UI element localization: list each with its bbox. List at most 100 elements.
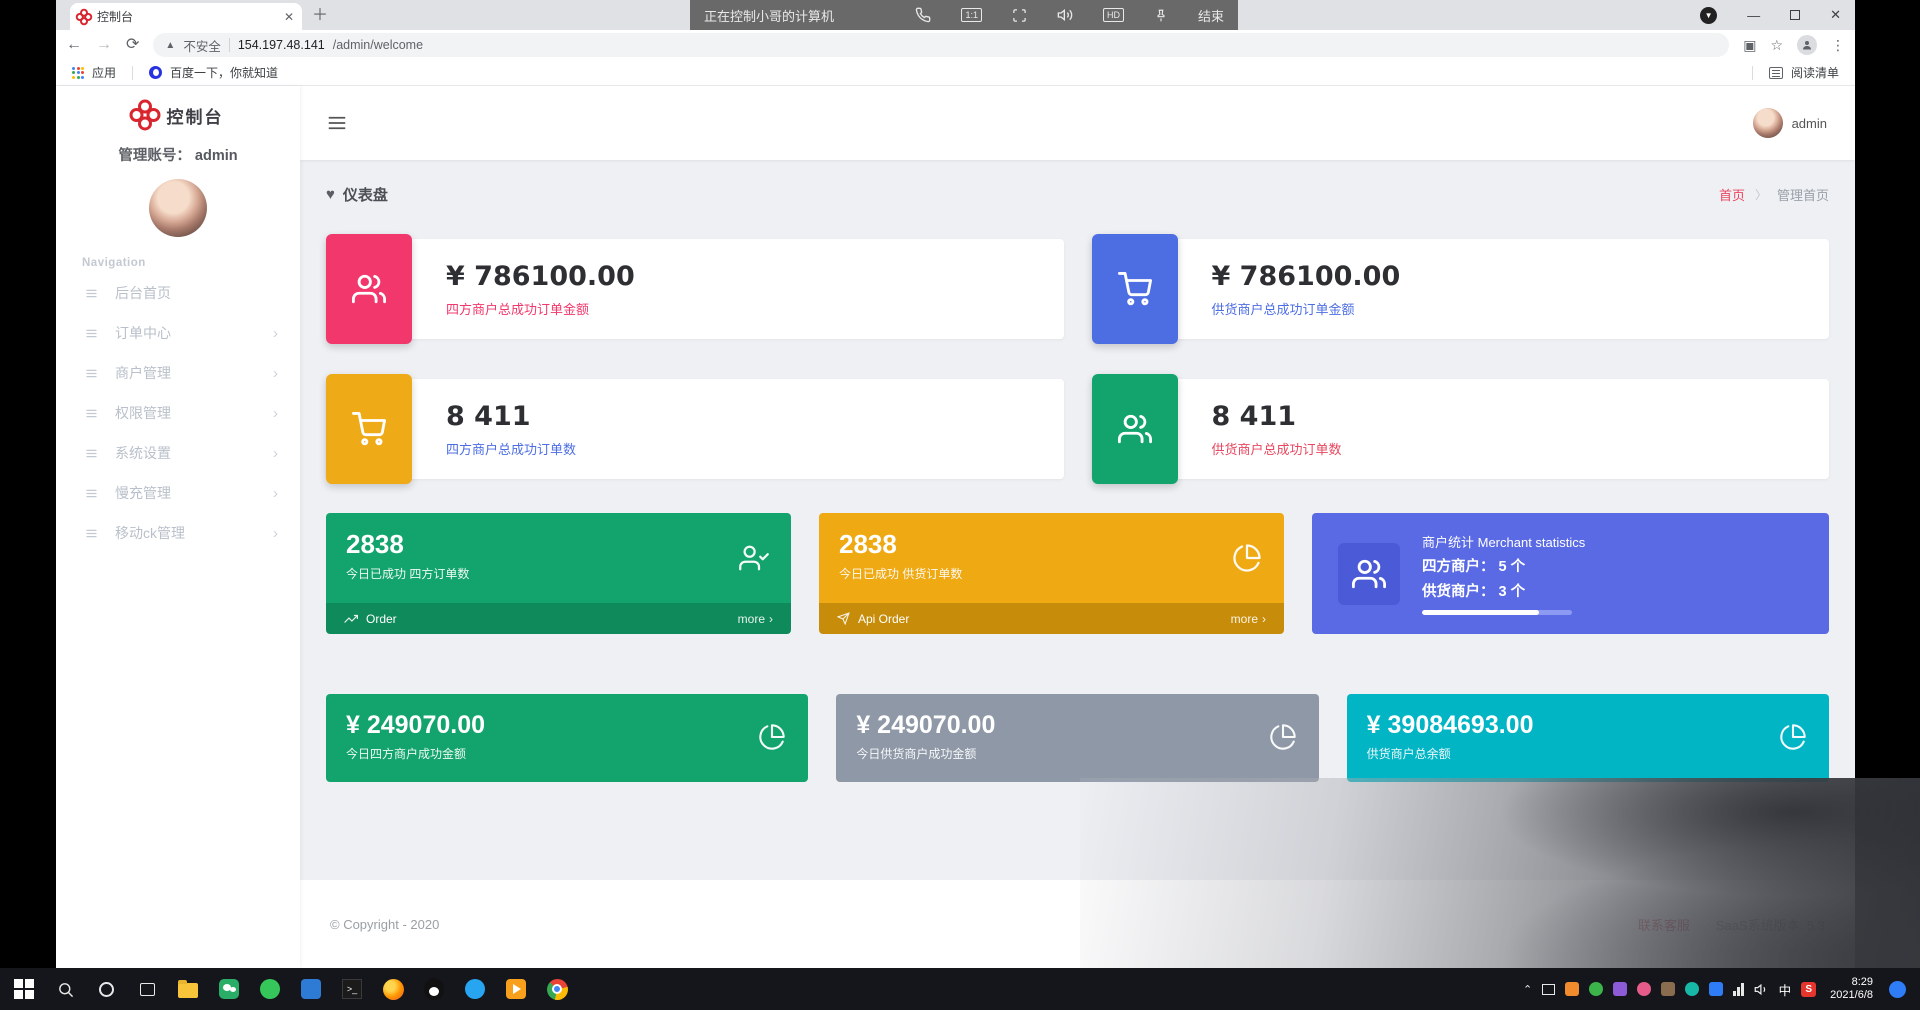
taskbar-app-chrome[interactable] [545, 977, 569, 1001]
user-avatar[interactable] [149, 179, 207, 237]
taskbar-app-qq[interactable] [422, 977, 446, 1001]
pin-icon[interactable] [1154, 8, 1168, 23]
app-logo[interactable]: 控制台 [56, 96, 300, 134]
stat-card-sifang-orders: 8 411 四方商户总成功订单数 [326, 374, 1064, 484]
money-value: ¥ 39084693.00 [1366, 711, 1534, 739]
footer-label: Order [366, 611, 397, 626]
sidebar-item-orders[interactable]: 订单中心 › [56, 313, 300, 353]
contact-support-link[interactable]: 联系客服 [1638, 915, 1690, 934]
tray-icon-orange[interactable] [1565, 982, 1580, 996]
more-link[interactable]: more › [738, 612, 773, 626]
tray-icon-green[interactable] [1589, 982, 1604, 996]
chevron-right-icon: › [273, 404, 278, 422]
taskbar-app-wechat[interactable] [217, 977, 241, 1001]
reload-button[interactable]: ⟳ [126, 37, 139, 53]
header-user-menu[interactable]: admin [1752, 108, 1827, 138]
clock-date: 2021/6/8 [1830, 989, 1873, 1001]
money-value: ¥ 249070.00 [856, 711, 996, 739]
apps-grid-icon[interactable] [72, 66, 84, 79]
chevron-right-icon: › [273, 524, 278, 542]
footer-label: Api Order [858, 611, 910, 626]
browser-toolbar: ← → ⟳ ▲ 不安全 154.197.48.141/admin/welcome… [56, 30, 1855, 60]
fullscreen-icon[interactable] [1012, 8, 1027, 23]
bookmark-baidu[interactable]: 百度一下，你就知道 [170, 64, 278, 81]
sidebar-item-permissions[interactable]: 权限管理 › [56, 393, 300, 433]
browser-tab[interactable]: 控制台 ✕ [70, 3, 302, 30]
sidebar-item-mobile-ck[interactable]: 移动ck管理 › [56, 513, 300, 553]
stat-card-supplier-amount: ¥ 786100.00 供货商户总成功订单金额 [1091, 234, 1829, 344]
close-button[interactable]: ✕ [1830, 7, 1841, 23]
tray-icon-purple[interactable] [1613, 982, 1628, 996]
breadcrumb-home[interactable]: 首页 [1719, 185, 1745, 204]
scale-1-1-icon[interactable]: 1:1 [961, 8, 982, 22]
cortana-icon[interactable] [94, 977, 118, 1001]
sidebar-item-home[interactable]: 后台首页 [56, 273, 300, 313]
back-button[interactable]: ← [66, 37, 82, 53]
stat-label: 四方商户总成功订单金额 [446, 301, 590, 317]
list-icon [84, 406, 99, 421]
tray-icon-pink[interactable] [1637, 982, 1652, 996]
stat-card-supplier-orders: 8 411 供货商户总成功订单数 [1091, 374, 1829, 484]
sidebar-toggle-icon[interactable] [328, 116, 346, 130]
list-icon [84, 366, 99, 381]
taskbar-app-blue[interactable] [299, 977, 323, 1001]
address-bar[interactable]: ▲ 不安全 154.197.48.141/admin/welcome [153, 33, 1730, 57]
tray-icon-teal[interactable] [1685, 982, 1700, 996]
more-link[interactable]: more › [1231, 612, 1266, 626]
phone-icon[interactable] [915, 7, 931, 23]
sidebar-item-recharge[interactable]: 慢充管理 › [56, 473, 300, 513]
task-view-icon[interactable] [135, 977, 159, 1001]
search-icon[interactable] [53, 977, 77, 1001]
browser-profile-avatar[interactable] [1797, 35, 1817, 55]
today-card-footer[interactable]: Order more › [326, 603, 791, 634]
maximize-button[interactable] [1790, 10, 1801, 20]
tray-window-icon[interactable] [1542, 983, 1556, 995]
volume-icon[interactable] [1754, 982, 1769, 997]
start-button[interactable] [12, 977, 36, 1001]
new-tab-button[interactable]: ＋ [312, 1, 328, 25]
reading-list-label[interactable]: 阅读清单 [1791, 64, 1839, 81]
sidebar-item-settings[interactable]: 系统设置 › [56, 433, 300, 473]
taskbar-app-green[interactable] [258, 977, 282, 1001]
forward-button[interactable]: → [96, 37, 112, 53]
taskbar-app-player[interactable] [504, 977, 528, 1001]
taskbar-app-file-explorer[interactable] [176, 977, 200, 1001]
sidebar-item-merchants[interactable]: 商户管理 › [56, 353, 300, 393]
taskbar-clock[interactable]: 8:29 2021/6/8 [1830, 976, 1873, 1002]
taskbar-app-firefox[interactable] [381, 977, 405, 1001]
apps-label[interactable]: 应用 [92, 64, 116, 81]
pie-chart-icon [1232, 543, 1262, 573]
tab-close-icon[interactable]: ✕ [284, 10, 294, 24]
tray-icon-brown[interactable] [1661, 982, 1676, 996]
speaker-icon[interactable] [1057, 7, 1073, 23]
tray-icon-blue[interactable] [1709, 982, 1724, 996]
stats-row-supplier: 供货商户： 3 个 [1422, 584, 1526, 600]
taskbar-app-terminal[interactable]: >_ [340, 977, 364, 1001]
header-username: admin [1791, 115, 1827, 131]
stats-title: 商户统计 Merchant statistics [1422, 535, 1586, 550]
network-icon[interactable] [1733, 982, 1744, 996]
stat-value: ¥ 786100.00 [1211, 260, 1401, 292]
browser-menu-icon[interactable]: ⋮ [1831, 37, 1845, 54]
sogou-input-icon[interactable]: S [1801, 981, 1817, 997]
pie-chart-icon [758, 723, 786, 751]
bookmark-star-icon[interactable]: ☆ [1770, 37, 1783, 54]
ime-indicator[interactable]: 中 [1779, 980, 1792, 999]
today-card-footer[interactable]: Api Order more › [819, 603, 1284, 634]
today-label: 今日已成功 四方订单数 [346, 567, 470, 581]
nav-section-label: Navigation [82, 257, 146, 269]
breadcrumb: 首页 〉 管理首页 [1719, 185, 1829, 204]
account-name: admin [194, 148, 238, 164]
taskbar-app-tim[interactable] [463, 977, 487, 1001]
account-label: 管理账号： [118, 148, 191, 164]
hd-icon[interactable]: HD [1102, 8, 1124, 22]
notification-icon[interactable] [1889, 980, 1906, 998]
minimize-button[interactable]: — [1747, 8, 1760, 23]
today-value: 2838 [839, 529, 897, 559]
remote-session-indicator-icon[interactable]: ▼ [1700, 6, 1718, 24]
end-session-button[interactable]: 结束 [1198, 6, 1224, 25]
taskbar: >_ ⌃ 中 S 8:29 2021/6/8 [0, 968, 1920, 1010]
tray-expand-icon[interactable]: ⌃ [1523, 983, 1532, 996]
money-card-supplier-balance: ¥ 39084693.00 供货商户总余额 [1346, 694, 1829, 782]
translate-icon[interactable]: ▣ [1743, 37, 1756, 54]
